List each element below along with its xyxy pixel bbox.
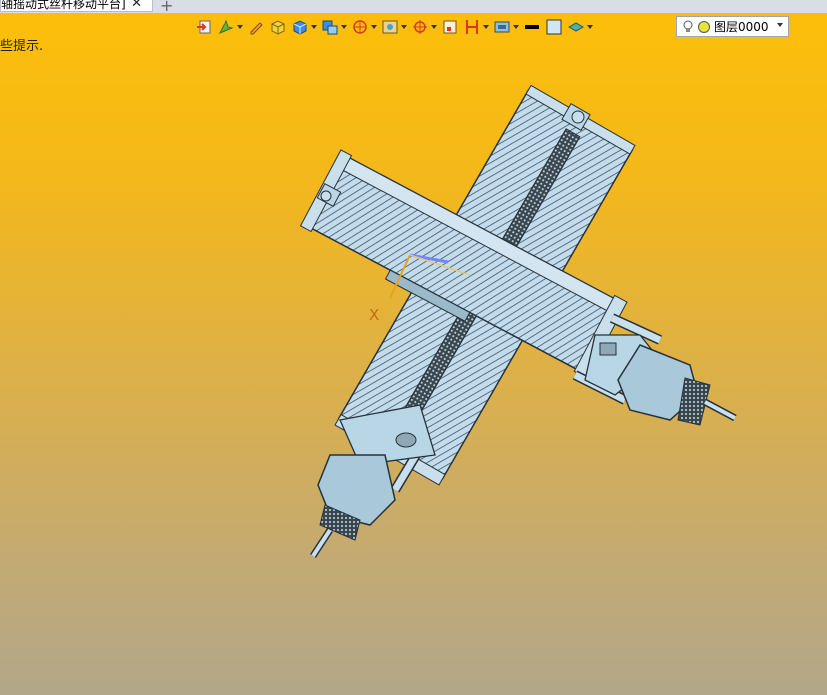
layer-name: 图层0000 <box>714 20 769 34</box>
orbit-button[interactable] <box>351 18 377 36</box>
pencil-icon <box>250 22 263 35</box>
view-button[interactable] <box>381 18 407 36</box>
solid-box-icon <box>271 20 285 35</box>
render-icon <box>494 21 510 33</box>
3d-viewport[interactable]: X 轴摇动式丝杆移动平台] ✕ + 些提示. 图层0000 <box>0 0 827 695</box>
measure-button[interactable] <box>217 18 243 36</box>
render-button[interactable] <box>493 18 519 36</box>
measure-icon <box>218 19 234 34</box>
section-icon <box>466 20 478 34</box>
view-toolbar <box>195 16 597 38</box>
layer-color-icon <box>698 20 710 33</box>
stack-cube-icon <box>322 20 338 35</box>
cad-model[interactable]: X <box>0 0 827 695</box>
document-tab[interactable]: 轴摇动式丝杆移动平台] ✕ <box>0 0 153 12</box>
snap-icon <box>413 20 427 34</box>
fill-color-button[interactable] <box>545 18 563 36</box>
lightbulb-icon[interactable] <box>682 20 694 34</box>
snap-button[interactable] <box>411 18 437 36</box>
status-hint: 些提示. <box>0 39 44 54</box>
tab-title: 轴摇动式丝杆移动平台] <box>1 0 126 11</box>
close-icon[interactable]: ✕ <box>131 0 142 11</box>
import-icon <box>197 20 211 34</box>
view-icon <box>382 20 398 34</box>
line-color-button[interactable] <box>523 18 541 36</box>
tab-bar: 轴摇动式丝杆移动平台] ✕ + <box>0 0 827 15</box>
line-color-icon <box>525 25 539 29</box>
new-tab-button[interactable]: + <box>160 0 173 15</box>
import-button[interactable] <box>195 18 213 36</box>
chevron-down-icon[interactable] <box>777 23 783 27</box>
orbit-icon <box>353 20 367 34</box>
frame-button[interactable] <box>441 18 459 36</box>
fill-color-icon <box>546 19 562 35</box>
sketch-button[interactable] <box>247 18 265 36</box>
blue-cube-icon <box>293 20 307 35</box>
layer-selector[interactable]: 图层0000 <box>676 16 789 37</box>
section-button[interactable] <box>463 18 489 36</box>
layer-style-icon <box>567 22 585 32</box>
bottom-motor-assembly <box>310 404 436 558</box>
frame-icon <box>443 20 457 34</box>
cube-view-button[interactable] <box>291 18 317 36</box>
axis-x-label: X <box>369 306 379 324</box>
stack-button[interactable] <box>321 18 347 36</box>
layer-style-button[interactable] <box>567 18 593 36</box>
solid-button[interactable] <box>269 18 287 36</box>
